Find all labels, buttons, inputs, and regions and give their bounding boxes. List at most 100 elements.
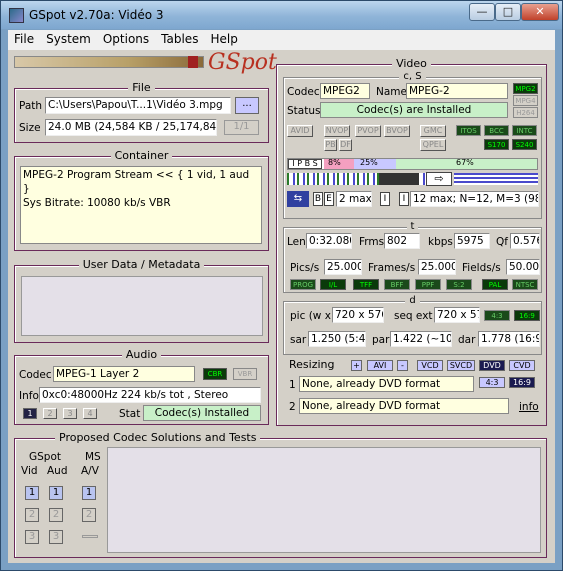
- audio-title: Audio: [121, 348, 162, 361]
- resize2-label: 2: [289, 401, 296, 413]
- framess-field[interactable]: 25.000: [418, 259, 456, 275]
- frame-types-label: I P B S: [288, 159, 322, 169]
- df-button[interactable]: DF: [339, 139, 352, 151]
- title-bar[interactable]: GSpot v2.70a: Vidéo 3 — □ ✕: [1, 1, 562, 29]
- bvop-button[interactable]: BVOP: [384, 125, 410, 137]
- qf-field[interactable]: 0.576: [510, 233, 540, 249]
- resize1-field[interactable]: None, already DVD format: [299, 376, 474, 392]
- pb-button[interactable]: PB: [324, 139, 337, 151]
- audio-stream-4[interactable]: 4: [83, 408, 97, 419]
- browse-button[interactable]: ...: [235, 97, 259, 114]
- container-info[interactable]: MPEG-2 Program Stream << { 1 vid, 1 aud …: [20, 166, 262, 244]
- solutions-output[interactable]: [107, 447, 541, 553]
- resize1-label: 1: [289, 379, 296, 391]
- fields-field[interactable]: 50.000: [506, 259, 540, 275]
- vid-solution-2[interactable]: 2: [25, 508, 39, 522]
- vid-solution-1[interactable]: 1: [25, 486, 39, 500]
- dar-field[interactable]: 1.778 (16:9): [478, 331, 540, 347]
- maximize-button[interactable]: □: [495, 3, 521, 21]
- s2-indicator: S:2: [446, 279, 472, 290]
- container-line-1: MPEG-2 Program Stream << { 1 vid, 1 aud …: [23, 169, 250, 195]
- menu-tables[interactable]: Tables: [155, 30, 204, 46]
- resize2-field[interactable]: None, already DVD format: [299, 398, 509, 414]
- s170-indicator: S170: [484, 139, 509, 150]
- resize-avi-button[interactable]: AVI: [367, 360, 393, 371]
- audio-stream-2[interactable]: 2: [43, 408, 57, 419]
- resize-plus-button[interactable]: +: [351, 360, 362, 371]
- resize-dvd-button[interactable]: DVD: [479, 360, 505, 371]
- ratio-16-9-indicator: 16:9: [514, 310, 540, 321]
- sar-field[interactable]: 1.250 (5:4): [308, 331, 366, 347]
- page-indicator[interactable]: 1/1: [224, 120, 259, 135]
- size-field[interactable]: 24.0 MB (24,584 KB / 25,174,844 b: [45, 119, 217, 136]
- par-field[interactable]: 1.422 (~10:: [390, 331, 452, 347]
- resizing-label: Resizing: [289, 358, 335, 371]
- vid-solution-3[interactable]: 3: [25, 530, 39, 544]
- app-icon[interactable]: [9, 8, 24, 23]
- vbr-indicator: VBR: [233, 368, 257, 380]
- menu-system[interactable]: System: [40, 30, 97, 46]
- h264-indicator: H264: [513, 107, 538, 118]
- resize-minus-button[interactable]: -: [397, 360, 408, 371]
- video-status-field[interactable]: Codec(s) are Installed: [320, 102, 508, 118]
- audio-stat-field[interactable]: Codec(s) Installed: [143, 405, 261, 421]
- info-link[interactable]: info: [519, 401, 539, 413]
- ntsc-indicator: NTSC: [512, 279, 538, 290]
- gop-sequence-dark: [379, 173, 419, 185]
- d-title: d: [405, 295, 420, 306]
- aud-solution-3[interactable]: 3: [49, 530, 63, 544]
- video-name-field[interactable]: MPEG-2: [406, 83, 508, 99]
- t-title: t: [406, 221, 419, 232]
- ratio-4-3-indicator: 4:3: [484, 310, 510, 321]
- nvop-button[interactable]: NVOP: [324, 125, 350, 137]
- gmc-button[interactable]: GMC: [420, 125, 446, 137]
- aud-solution-2[interactable]: 2: [49, 508, 63, 522]
- fields-label: Fields/s: [462, 262, 501, 274]
- ms-test-2[interactable]: 2: [82, 508, 96, 522]
- pvop-button[interactable]: PVOP: [355, 125, 381, 137]
- len-field[interactable]: 0:32.080: [306, 233, 352, 249]
- container-line-2: Sys Bitrate: 10080 kb/s VBR: [23, 197, 171, 209]
- path-field[interactable]: C:\Users\Papou\T...1\Vidéo 3.mpg: [45, 97, 231, 114]
- close-button[interactable]: ✕: [521, 3, 559, 21]
- resize-cvd-button[interactable]: CVD: [509, 360, 535, 371]
- b-frames-max[interactable]: 2 max: [336, 191, 372, 207]
- file-group: File Path C:\Users\Papou\T...1\Vidéo 3.m…: [14, 81, 269, 143]
- video-title: Video: [392, 57, 431, 70]
- video-codec-field[interactable]: MPEG2: [320, 83, 370, 99]
- aud-solution-1[interactable]: 1: [49, 486, 63, 500]
- userdata-field[interactable]: [21, 276, 263, 336]
- gop-swap-icon[interactable]: ⇆: [287, 191, 309, 207]
- audio-info-field[interactable]: 0xc0:48000Hz 224 kb/s tot , Stereo: [39, 387, 261, 403]
- audio-info-label: Info: [19, 390, 39, 402]
- resize-svcd-button[interactable]: SVCD: [447, 360, 475, 371]
- menu-help[interactable]: Help: [204, 30, 243, 46]
- gop-structure-field[interactable]: 12 max; N=12, M=3 (98%: [410, 191, 539, 207]
- kbps-field[interactable]: 5975: [454, 233, 490, 249]
- audio-stream-3[interactable]: 3: [63, 408, 77, 419]
- avid-button[interactable]: AVID: [287, 125, 313, 137]
- audio-stream-1[interactable]: 1: [23, 408, 37, 419]
- minimize-button[interactable]: —: [469, 3, 495, 21]
- frms-label: Frms: [359, 236, 385, 248]
- pct-b: 67%: [456, 158, 474, 167]
- qpel-button[interactable]: QPEL: [420, 139, 446, 151]
- resize-4-3-button[interactable]: 4:3: [479, 377, 505, 388]
- ms-test-slot[interactable]: [82, 535, 98, 538]
- menu-options[interactable]: Options: [97, 30, 155, 46]
- proposed-ms-label: MS: [85, 451, 101, 463]
- userdata-group: User Data / Metadata: [14, 258, 269, 343]
- menu-file[interactable]: File: [8, 30, 40, 46]
- pic-field[interactable]: 720 x 576: [332, 307, 384, 323]
- container-title: Container: [110, 149, 173, 162]
- ms-test-1[interactable]: 1: [82, 486, 96, 500]
- seq-field[interactable]: 720 x 57: [434, 307, 480, 323]
- gop-i-left: I: [380, 192, 390, 206]
- resize-vcd-button[interactable]: VCD: [417, 360, 443, 371]
- audio-codec-field[interactable]: MPEG-1 Layer 2: [53, 366, 195, 382]
- pics-field[interactable]: 25.000: [324, 259, 362, 275]
- cs-title: c, S: [399, 71, 426, 82]
- resize-16-9-button[interactable]: 16:9: [509, 377, 535, 388]
- kbps-label: kbps: [428, 236, 453, 248]
- frms-field[interactable]: 802: [384, 233, 420, 249]
